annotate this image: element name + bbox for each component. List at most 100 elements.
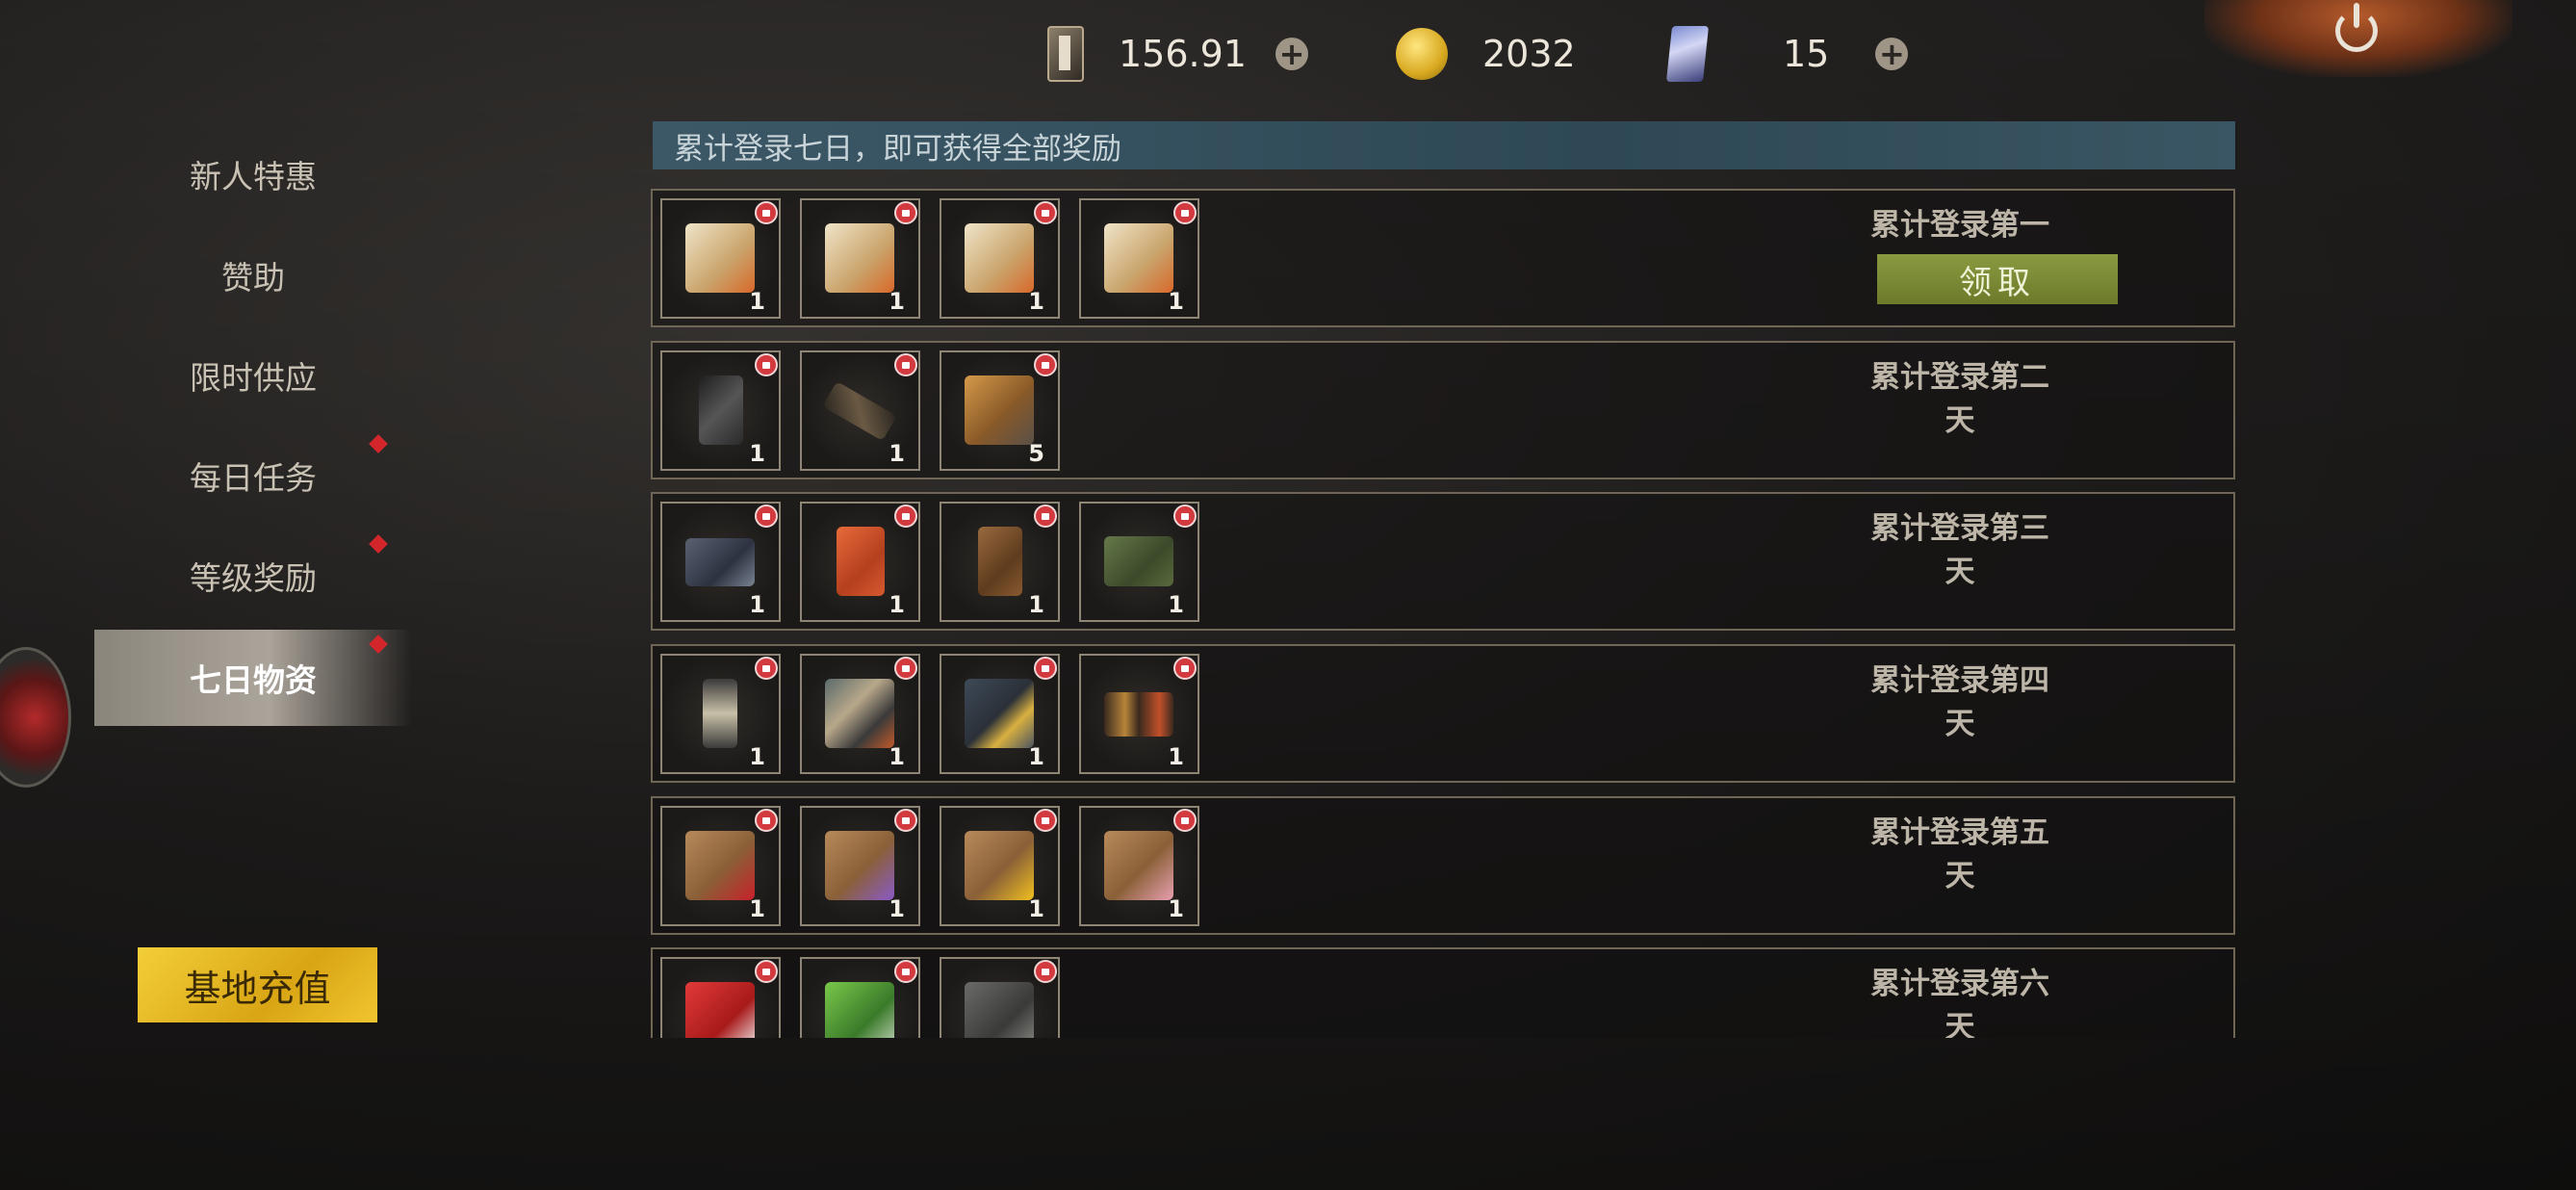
- reward-item[interactable]: 1: [660, 350, 781, 471]
- sidebar-item-daily-tasks[interactable]: 每日任务: [94, 427, 412, 524]
- power-button[interactable]: [2204, 0, 2512, 77]
- power-icon: [2335, 3, 2378, 52]
- lock-icon: [894, 504, 917, 528]
- sidebar-item-sponsor[interactable]: 赞助: [94, 227, 412, 323]
- item-count: 1: [1168, 895, 1184, 922]
- syringe-icon: [825, 982, 894, 1038]
- lock-icon: [755, 353, 778, 376]
- medkit-icon: [685, 982, 755, 1038]
- metal-crate-icon: [685, 538, 755, 586]
- reward-item[interactable]: 1: [660, 654, 781, 774]
- currency-gold: 2032: [1396, 25, 1576, 83]
- reward-item[interactable]: 1: [940, 806, 1060, 926]
- reward-item[interactable]: [660, 957, 781, 1038]
- item-count: 5: [1028, 440, 1044, 467]
- reward-item[interactable]: [800, 957, 920, 1038]
- card-currency-icon: [1047, 26, 1084, 82]
- reward-item[interactable]: 1: [940, 502, 1060, 622]
- reward-item[interactable]: 1: [1079, 502, 1199, 622]
- sidebar-item-label: 新人特惠: [190, 158, 317, 195]
- add-premium-button[interactable]: +: [1275, 38, 1308, 70]
- item-count: 1: [889, 440, 905, 467]
- wooden-cabinet-icon: [978, 527, 1022, 596]
- sidebar-item-label: 每日任务: [190, 459, 317, 497]
- reward-item[interactable]: 1: [1079, 198, 1199, 319]
- sidebar-item-label: 赞助: [221, 259, 285, 297]
- sidebar-item-seven-day-supplies[interactable]: 七日物资: [94, 630, 412, 726]
- item-count: 1: [1168, 591, 1184, 618]
- sidebar-item-limited-supply[interactable]: 限时供应: [94, 327, 412, 424]
- reward-item[interactable]: 1: [1079, 654, 1199, 774]
- day-label: 累计登录第三天: [1870, 511, 2049, 589]
- reward-item[interactable]: 1: [800, 350, 920, 471]
- lock-icon: [1173, 201, 1197, 224]
- gold-value: 2032: [1482, 33, 1576, 75]
- military-box-icon: [1104, 536, 1173, 586]
- reward-item[interactable]: 1: [800, 502, 920, 622]
- lock-icon: [894, 657, 917, 680]
- day-row-3: 1 1 1 1 累计登录第三天: [651, 492, 2235, 631]
- lock-icon: [1034, 353, 1057, 376]
- lantern-icon: [703, 679, 737, 748]
- ticket-value: 15: [1783, 33, 1830, 75]
- lock-icon: [1034, 809, 1057, 832]
- reward-banner: 累计登录七日，即可获得全部奖励: [653, 121, 2235, 169]
- item-count: 1: [1028, 591, 1044, 618]
- jacket-icon: [965, 679, 1034, 748]
- sidebar-item-label: 等级奖励: [190, 559, 317, 597]
- day-label: 累计登录第二天: [1870, 360, 2049, 438]
- reward-item[interactable]: 1: [940, 198, 1060, 319]
- base-recharge-button[interactable]: 基地充值: [138, 947, 377, 1022]
- day-row-6: 累计登录第六天: [651, 947, 2235, 1038]
- blueprint-icon: [1104, 223, 1173, 293]
- blueprint-icon: [685, 223, 755, 293]
- item-count: 1: [889, 895, 905, 922]
- sidebar-item-newcomer[interactable]: 新人特惠: [94, 126, 412, 222]
- item-count: 1: [889, 288, 905, 315]
- sunflower-seed-bag-icon: [965, 831, 1034, 900]
- reward-item[interactable]: 1: [800, 806, 920, 926]
- blueprint-icon: [825, 223, 894, 293]
- reward-item[interactable]: 5: [940, 350, 1060, 471]
- lock-icon: [755, 960, 778, 983]
- lock-icon: [1173, 809, 1197, 832]
- toolbox-icon: [965, 982, 1034, 1038]
- gold-coin-icon: [1396, 28, 1448, 80]
- lock-icon: [1173, 657, 1197, 680]
- lock-icon: [894, 353, 917, 376]
- blueprint-icon: [965, 223, 1034, 293]
- lock-icon: [1034, 201, 1057, 224]
- add-ticket-button[interactable]: +: [1875, 38, 1909, 70]
- reward-item[interactable]: 1: [940, 654, 1060, 774]
- reward-item[interactable]: 1: [660, 502, 781, 622]
- lavender-seed-bag-icon: [825, 831, 894, 900]
- day-label: 累计登录第四天: [1870, 663, 2049, 741]
- item-count: 1: [749, 895, 765, 922]
- notification-dot: [369, 634, 388, 654]
- item-count: 1: [1028, 895, 1044, 922]
- reward-list[interactable]: 1 1 1 1 累计登录第一天 领取 1 1 5 累计登录第二天 1 1 1 1…: [651, 189, 2237, 1038]
- day-label: 累计登录第五天: [1870, 815, 2049, 893]
- item-count: 1: [749, 591, 765, 618]
- boots-icon: [1104, 692, 1173, 737]
- rose-seed-bag-icon: [685, 831, 755, 900]
- sidebar-item-level-rewards[interactable]: 等级奖励: [94, 528, 412, 624]
- day-row-2: 1 1 5 累计登录第二天: [651, 341, 2235, 479]
- lock-icon: [755, 809, 778, 832]
- red-fridge-icon: [837, 527, 885, 596]
- item-count: 1: [749, 743, 765, 770]
- item-count: 1: [1168, 743, 1184, 770]
- reward-item[interactable]: 1: [800, 654, 920, 774]
- item-count: 1: [1028, 288, 1044, 315]
- ammo-icon: [965, 375, 1034, 445]
- lock-icon: [894, 201, 917, 224]
- lock-icon: [1034, 504, 1057, 528]
- reward-item[interactable]: 1: [800, 198, 920, 319]
- reward-item[interactable]: [940, 957, 1060, 1038]
- reward-item[interactable]: 1: [660, 198, 781, 319]
- claim-button[interactable]: 领取: [1877, 254, 2118, 304]
- reward-item[interactable]: 1: [660, 806, 781, 926]
- lock-icon: [1034, 657, 1057, 680]
- day-label: 累计登录第六天: [1870, 967, 2049, 1038]
- reward-item[interactable]: 1: [1079, 806, 1199, 926]
